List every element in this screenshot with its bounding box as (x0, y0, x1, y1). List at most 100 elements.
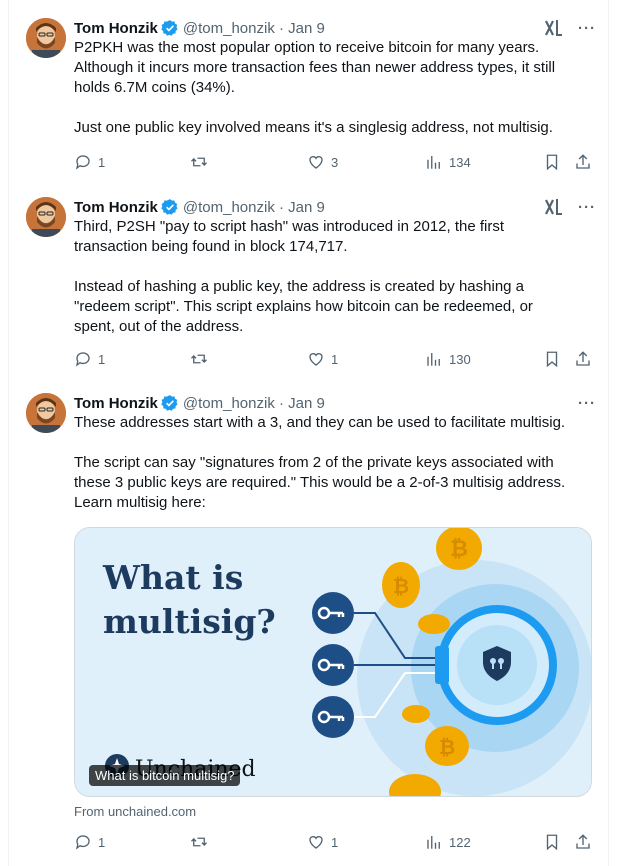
tweet-line: "redeem script". This script explains ho… (74, 298, 533, 315)
tweet[interactable]: Tom Honzik @tom_honzik · Jan 9 ··· These… (8, 393, 608, 858)
repost-button[interactable] (190, 153, 214, 171)
tweet-line: these 3 public keys are required." This … (74, 474, 566, 491)
repost-button[interactable] (190, 350, 214, 368)
card-headline-line: What is (103, 558, 244, 597)
tweet[interactable]: Tom Honzik @tom_honzik · Jan 9 ··· P2PKH… (8, 18, 608, 188)
like-count: 1 (331, 351, 339, 367)
tweet-line: Instead of hashing a public key, the add… (74, 278, 525, 295)
tweet-line: The script can say "signatures from 2 of… (74, 454, 554, 471)
author-handle[interactable]: @tom_honzik (183, 199, 275, 216)
verified-badge-icon (161, 199, 178, 215)
grok-icon[interactable] (544, 19, 564, 37)
bookmark-icon (546, 351, 558, 368)
tweet-actions: 1 1 130 (74, 350, 596, 370)
card-headline-line: multisig? (103, 602, 276, 641)
tweet-line: spent, out of the address. (74, 318, 244, 335)
bookmark-button[interactable] (543, 153, 561, 171)
author-name[interactable]: Tom Honzik (74, 20, 158, 37)
share-button[interactable] (574, 833, 592, 851)
share-icon (576, 834, 590, 849)
repost-icon (191, 837, 207, 847)
reply-icon (75, 155, 90, 170)
timeline-border-right (608, 0, 609, 866)
svg-text:₿: ₿ (393, 574, 409, 598)
tweet-header: Tom Honzik @tom_honzik · Jan 9 ··· (74, 197, 596, 217)
bookmark-icon (546, 154, 558, 171)
tweet-line: These addresses start with a 3, and they… (74, 414, 566, 431)
repost-button[interactable] (190, 833, 214, 851)
views-count: 134 (449, 154, 471, 170)
grok-icon[interactable] (544, 198, 564, 216)
tweet-line: Third, P2SH "pay to script hash" was int… (74, 218, 505, 235)
verified-badge-icon (161, 395, 178, 411)
repost-icon (191, 157, 207, 167)
avatar-illustration (26, 197, 66, 237)
avatar[interactable] (26, 393, 66, 433)
bookmark-button[interactable] (543, 833, 561, 851)
tweet-actions: 1 3 134 (74, 153, 596, 173)
avatar-illustration (26, 393, 66, 433)
card-caption: What is bitcoin multisig? (89, 765, 241, 786)
views-button[interactable]: 130 (425, 350, 471, 368)
reply-count: 1 (98, 834, 106, 850)
more-icon[interactable]: ··· (578, 20, 596, 37)
tweet-line: transaction being found in block 174,717… (74, 238, 348, 255)
link-card[interactable]: ₿ ₿ ₿ What is multisig? Unchained (74, 527, 592, 797)
like-button[interactable]: 1 (307, 350, 338, 368)
separator-dot: · (274, 394, 289, 412)
like-count: 1 (331, 834, 339, 850)
card-source[interactable]: From unchained.com (74, 804, 196, 819)
like-icon (309, 156, 323, 169)
reply-count: 1 (98, 351, 106, 367)
reply-button[interactable]: 1 (74, 350, 105, 368)
tweet-line: P2PKH was the most popular option to rec… (74, 39, 540, 56)
views-count: 130 (449, 351, 471, 367)
tweet-date[interactable]: Jan 9 (288, 199, 325, 216)
avatar[interactable] (26, 18, 66, 58)
author-handle[interactable]: @tom_honzik (183, 395, 275, 412)
more-icon[interactable]: ··· (578, 395, 596, 412)
share-button[interactable] (574, 350, 592, 368)
like-icon (309, 353, 323, 366)
views-button[interactable]: 122 (425, 833, 471, 851)
views-icon (427, 353, 440, 366)
views-button[interactable]: 134 (425, 153, 471, 171)
svg-text:₿: ₿ (450, 537, 468, 562)
tweet-line: Learn multisig here: (74, 494, 206, 511)
like-icon (309, 836, 323, 849)
more-icon[interactable]: ··· (578, 199, 596, 216)
views-icon (427, 156, 440, 169)
reply-icon (75, 835, 90, 850)
reply-count: 1 (98, 154, 106, 170)
verified-badge-icon (161, 20, 178, 36)
reply-button[interactable]: 1 (74, 153, 105, 171)
timeline: Tom Honzik @tom_honzik · Jan 9 ··· P2PKH… (0, 0, 618, 866)
avatar-illustration (26, 18, 66, 58)
tweet-text: Third, P2SH "pay to script hash" was int… (74, 217, 596, 337)
share-button[interactable] (574, 153, 592, 171)
tweet[interactable]: Tom Honzik @tom_honzik · Jan 9 ··· Third… (8, 197, 608, 377)
tweet-line: holds 6.7M coins (34%). (74, 79, 235, 96)
tweet-header: Tom Honzik @tom_honzik · Jan 9 ··· (74, 18, 596, 38)
like-button[interactable]: 3 (307, 153, 338, 171)
separator-dot: · (274, 198, 289, 216)
tweet-date[interactable]: Jan 9 (288, 20, 325, 37)
author-name[interactable]: Tom Honzik (74, 199, 158, 216)
like-button[interactable]: 1 (307, 833, 338, 851)
repost-icon (191, 354, 207, 364)
share-icon (576, 351, 590, 366)
reply-button[interactable]: 1 (74, 833, 105, 851)
author-name[interactable]: Tom Honzik (74, 395, 158, 412)
card-headline: What is multisig? (103, 556, 276, 644)
tweet-line: Although it incurs more transaction fees… (74, 59, 556, 76)
bookmark-icon (546, 834, 558, 851)
like-count: 3 (331, 154, 339, 170)
tweet-text: These addresses start with a 3, and they… (74, 413, 596, 513)
tweet-actions: 1 1 122 (74, 833, 596, 853)
tweet-date[interactable]: Jan 9 (288, 395, 325, 412)
author-handle[interactable]: @tom_honzik (183, 20, 275, 37)
views-icon (427, 836, 440, 849)
avatar[interactable] (26, 197, 66, 237)
reply-icon (75, 352, 90, 367)
bookmark-button[interactable] (543, 350, 561, 368)
